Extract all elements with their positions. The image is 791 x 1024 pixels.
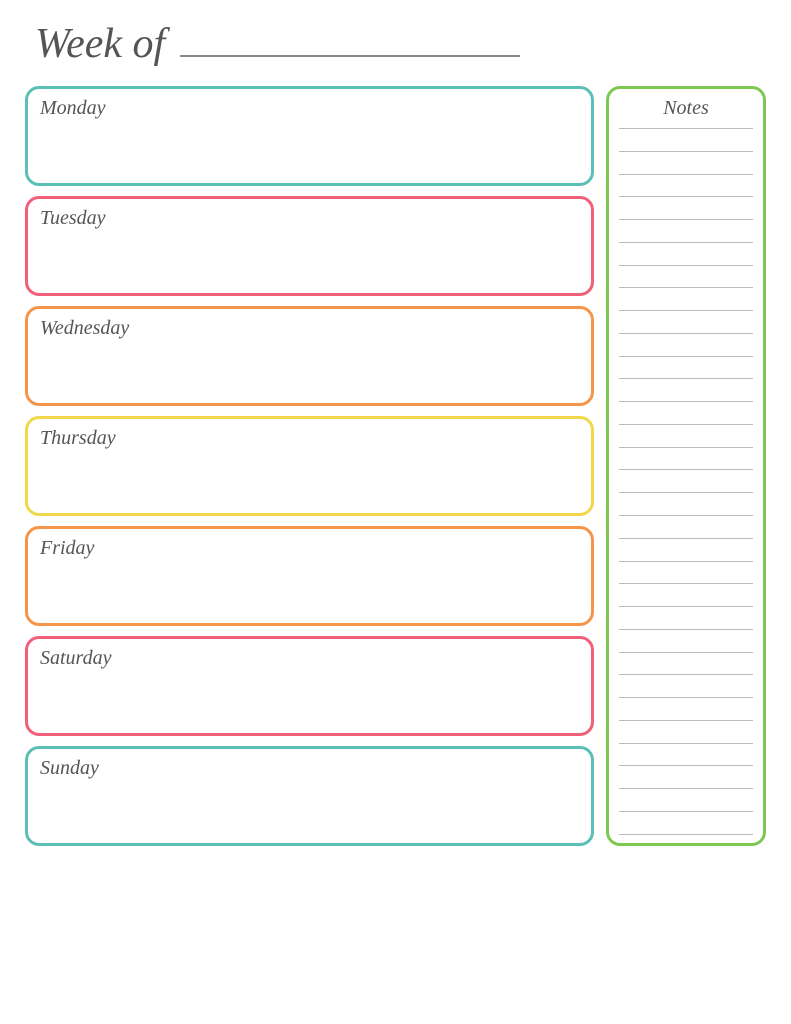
- day-box-thursday[interactable]: Thursday: [25, 416, 594, 516]
- week-date-line: [180, 49, 520, 57]
- note-line: [619, 765, 753, 766]
- note-line: [619, 811, 753, 812]
- note-line: [619, 401, 753, 402]
- note-line: [619, 583, 753, 584]
- note-line: [619, 697, 753, 698]
- note-line: [619, 174, 753, 175]
- note-line: [619, 743, 753, 744]
- note-line: [619, 310, 753, 311]
- note-line: [619, 469, 753, 470]
- day-label-tuesday: Tuesday: [40, 207, 579, 230]
- note-line: [619, 265, 753, 266]
- note-line: [619, 196, 753, 197]
- notes-lines: [619, 128, 753, 835]
- note-line: [619, 652, 753, 653]
- note-line: [619, 356, 753, 357]
- header: Week of: [25, 20, 766, 68]
- day-label-monday: Monday: [40, 97, 579, 120]
- day-label-friday: Friday: [40, 537, 579, 560]
- day-label-wednesday: Wednesday: [40, 317, 579, 340]
- day-label-thursday: Thursday: [40, 427, 579, 450]
- note-line: [619, 242, 753, 243]
- note-line: [619, 333, 753, 334]
- days-column: Monday Tuesday Wednesday Thursday Friday Satu…: [25, 86, 594, 846]
- day-box-monday[interactable]: Monday: [25, 86, 594, 186]
- note-line: [619, 720, 753, 721]
- day-box-tuesday[interactable]: Tuesday: [25, 196, 594, 296]
- notes-column: Notes: [606, 86, 766, 846]
- day-box-sunday[interactable]: Sunday: [25, 746, 594, 846]
- note-line: [619, 447, 753, 448]
- day-label-sunday: Sunday: [40, 757, 579, 780]
- day-label-saturday: Saturday: [40, 647, 579, 670]
- note-line: [619, 378, 753, 379]
- note-line: [619, 151, 753, 152]
- note-line: [619, 674, 753, 675]
- note-line: [619, 606, 753, 607]
- day-box-saturday[interactable]: Saturday: [25, 636, 594, 736]
- day-box-friday[interactable]: Friday: [25, 526, 594, 626]
- note-line: [619, 287, 753, 288]
- main-content: Monday Tuesday Wednesday Thursday Friday Satu…: [25, 86, 766, 846]
- note-line: [619, 561, 753, 562]
- note-line: [619, 788, 753, 789]
- note-line: [619, 424, 753, 425]
- page-container: Week of Monday Tuesday Wednesday Thursday Fr…: [25, 20, 766, 846]
- note-line: [619, 629, 753, 630]
- note-line: [619, 219, 753, 220]
- week-of-label: Week of: [35, 20, 165, 68]
- note-line: [619, 515, 753, 516]
- day-box-wednesday[interactable]: Wednesday: [25, 306, 594, 406]
- notes-title: Notes: [619, 97, 753, 120]
- note-line: [619, 834, 753, 835]
- note-line: [619, 128, 753, 129]
- note-line: [619, 492, 753, 493]
- note-line: [619, 538, 753, 539]
